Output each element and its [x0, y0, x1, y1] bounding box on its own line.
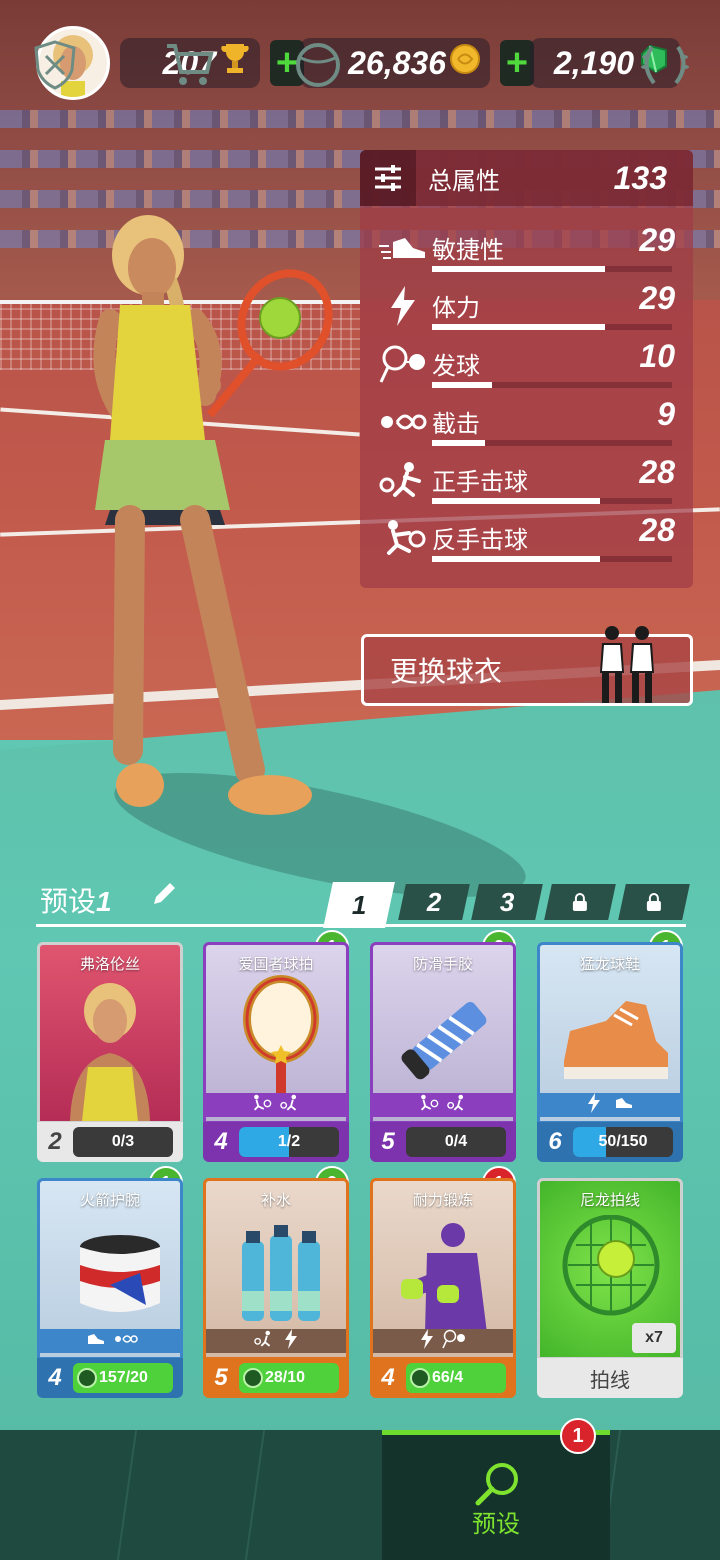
card-progress: 0/3 — [73, 1127, 173, 1157]
tab-preset-1[interactable]: 1 — [323, 882, 395, 928]
change-outfit-label: 更换球衣 — [390, 656, 503, 687]
preset-title: 预设1 — [40, 886, 112, 917]
upgrade-arrow-icon — [243, 1368, 263, 1388]
racket-icon — [243, 975, 319, 1095]
nav-play[interactable] — [254, 0, 382, 130]
tab-preset-3[interactable]: 3 — [471, 884, 543, 920]
card-progress: 157/20 — [73, 1363, 173, 1393]
racket-nav-icon — [475, 1463, 518, 1506]
stat-bar — [432, 498, 600, 504]
change-outfit-button[interactable]: 更换球衣 — [361, 626, 693, 706]
card-player[interactable]: 弗洛伦丝 2 0/3 — [37, 942, 183, 1162]
stat-row-volley: 截击 9 — [360, 394, 693, 452]
card-rocket-wristband[interactable]: 1 火箭护腕 4 157/20 — [37, 1166, 183, 1398]
add-gems-button[interactable]: + — [500, 40, 534, 86]
tab-preset-locked-5[interactable] — [618, 884, 690, 920]
stat-row-agility: 敏捷性 29 — [360, 220, 693, 278]
backhand-icon — [417, 1094, 439, 1117]
strings-count: x7 — [632, 1323, 676, 1353]
edit-pencil-icon[interactable] — [150, 880, 178, 913]
stat-bar — [432, 382, 492, 388]
nav-preset-label: 预设 — [472, 1511, 520, 1538]
tennis-ball-icon — [296, 43, 340, 87]
shopping-cart-icon — [167, 44, 214, 85]
serve-icon — [376, 342, 430, 386]
shoe-speed-icon — [609, 1095, 633, 1116]
nav-club[interactable] — [0, 0, 110, 130]
laurel-wreath-icon — [641, 45, 689, 85]
card-patriot-racket[interactable]: 1 爱国者球拍 4 1/2 — [203, 930, 349, 1162]
lightning-icon — [376, 284, 430, 328]
card-progress: 50/150 — [573, 1127, 673, 1157]
volley-icon — [376, 400, 430, 444]
club-shield-icon — [34, 40, 76, 90]
serve-icon — [442, 1329, 466, 1354]
lightning-icon — [284, 1328, 298, 1354]
racket-strings-icon — [562, 1215, 660, 1316]
boxer-silhouette-icon — [401, 1223, 487, 1333]
upgrade-arrow-icon — [410, 1368, 430, 1388]
string-action-label: 拍线 — [590, 1369, 630, 1392]
nav-rankings[interactable] — [610, 0, 720, 130]
attributes-title: 总属性 — [428, 167, 500, 195]
shoe-speed-icon — [376, 226, 430, 270]
player-character — [93, 215, 333, 815]
lock-icon — [646, 887, 662, 918]
attributes-total: 133 — [613, 159, 667, 196]
card-progress: 0/4 — [406, 1127, 506, 1157]
forehand-icon — [280, 1094, 302, 1117]
backhand-icon — [376, 516, 430, 560]
card-endurance-training[interactable]: 1 耐力锻炼 4 66/4 — [370, 1166, 516, 1398]
nav-shop[interactable] — [126, 0, 254, 130]
card-raptor-shoes[interactable]: 1 猛龙球鞋 6 50/150 — [537, 930, 683, 1162]
lock-icon — [572, 887, 588, 918]
bottom-navigation — [0, 1430, 720, 1560]
forehand-icon — [447, 1094, 469, 1117]
stat-bar — [432, 440, 485, 446]
grip-handle-icon — [401, 1002, 487, 1080]
stat-row-backhand: 反手击球 28 — [360, 510, 693, 568]
attributes-header: 总属性 133 — [360, 150, 693, 206]
stat-row-forehand: 正手击球 28 — [360, 452, 693, 510]
card-hydration[interactable]: 2 补水 5 28/10 — [203, 1166, 349, 1398]
water-bottles-icon — [242, 1225, 320, 1321]
lightning-icon — [420, 1328, 434, 1354]
stat-bar — [432, 266, 605, 272]
stat-row-serve: 发球 10 — [360, 336, 693, 394]
forehand-icon — [376, 458, 430, 502]
backhand-icon — [250, 1094, 272, 1117]
attributes-panel: 总属性 133 敏捷性 29 体力 29 发球 10 截击 9 正手击球 28 … — [360, 150, 693, 588]
tab-preset-locked-4[interactable] — [544, 884, 616, 920]
forehand-icon — [254, 1330, 276, 1353]
shoe-speed-icon — [81, 1331, 105, 1352]
card-nylon-strings[interactable]: 尼龙拍线 x7 拍线 — [537, 1178, 683, 1398]
tab-preset-2[interactable]: 2 — [398, 884, 470, 920]
wristband-icon — [80, 1235, 160, 1312]
card-progress: 1/2 — [239, 1127, 339, 1157]
nav-notification-badge: 1 — [560, 1418, 596, 1454]
stat-row-stamina: 体力 29 — [360, 278, 693, 336]
stat-bar — [432, 556, 600, 562]
volley-icon — [113, 1331, 139, 1352]
card-grip-tape[interactable]: 2 防滑手胶 5 0/4 — [370, 930, 516, 1162]
sneaker-icon — [564, 1001, 668, 1079]
upgrade-arrow-icon — [77, 1368, 97, 1388]
coin-icon — [450, 44, 480, 82]
player-portrait-icon — [70, 983, 150, 1121]
lightning-icon — [587, 1092, 601, 1118]
filter-sliders-icon[interactable] — [360, 150, 416, 206]
card-progress: 66/4 — [406, 1363, 506, 1393]
outfit-silhouette-icon — [600, 626, 654, 703]
card-progress: 28/10 — [239, 1363, 339, 1393]
stat-bar — [432, 324, 605, 330]
